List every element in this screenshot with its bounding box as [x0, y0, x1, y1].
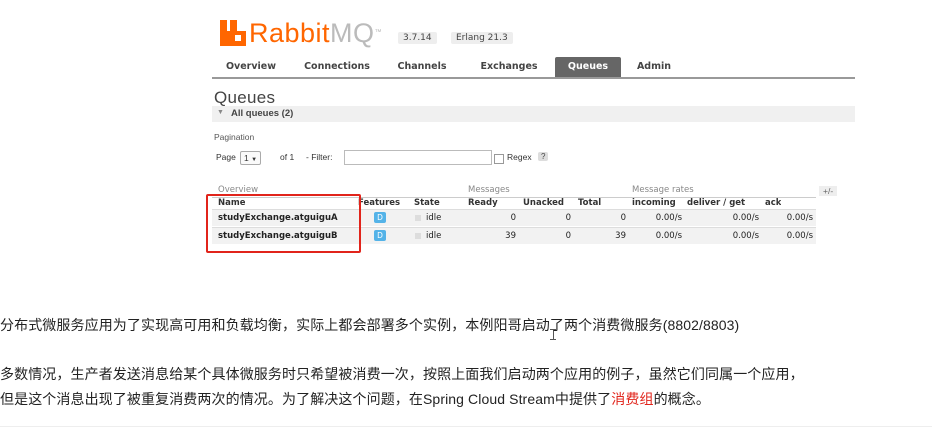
col-total[interactable]: Total: [578, 198, 601, 208]
total-count: 39: [615, 231, 626, 241]
page-of-text: of 1: [280, 152, 295, 162]
state-cell: idle: [415, 210, 441, 226]
all-queues-label: All queues (2): [231, 108, 294, 119]
tab-queues[interactable]: Queues: [555, 57, 621, 77]
state-text: idle: [426, 231, 442, 241]
page-select[interactable]: 1 ▼: [240, 151, 262, 165]
state-text: idle: [426, 213, 442, 223]
ack-rate: 0.00/s: [786, 231, 813, 241]
all-queues-toggle[interactable]: ▼ All queues (2): [212, 106, 855, 122]
unacked-count: 0: [565, 213, 571, 223]
col-features[interactable]: Features: [358, 198, 404, 208]
page-select-value: 1: [244, 153, 249, 163]
col-ready[interactable]: Ready: [468, 198, 498, 208]
durable-badge-label: D: [374, 212, 386, 223]
ready-count: 39: [505, 231, 516, 241]
regex-checkbox[interactable]: [494, 154, 504, 164]
main-nav-tabs: Overview Connections Channels Exchanges …: [212, 57, 855, 79]
article-text: 但是这个消息出现了被重复消费两次的情况。为了解决这个问题，在Spring Clo…: [0, 391, 612, 407]
rabbit-icon: [220, 20, 246, 46]
col-deliver-get[interactable]: deliver / get: [687, 198, 745, 208]
brand-mq: MQ: [330, 18, 375, 48]
col-unacked[interactable]: Unacked: [523, 198, 564, 208]
state-cell: idle: [415, 228, 441, 244]
filter-input[interactable]: [344, 150, 492, 165]
regex-help-icon[interactable]: ?: [538, 152, 549, 161]
tab-admin[interactable]: Admin: [632, 57, 676, 77]
ack-rate: 0.00/s: [786, 213, 813, 223]
brand-main: Rabbit: [249, 18, 331, 48]
brand-tm: ™: [374, 29, 383, 36]
incoming-rate: 0.00/s: [655, 213, 682, 223]
article-paragraph-2-line-2: 但是这个消息出现了被重复消费两次的情况。为了解决这个问题，在Spring Clo…: [0, 389, 710, 409]
tab-channels[interactable]: Channels: [392, 57, 452, 77]
unacked-count: 0: [565, 231, 571, 241]
state-idle-icon: [415, 232, 421, 239]
durable-badge-label: D: [374, 230, 386, 241]
deliver-get-rate: 0.00/s: [732, 231, 759, 241]
consumer-group-highlight: 消费组: [611, 391, 654, 407]
col-ack[interactable]: ack: [765, 198, 781, 208]
collapse-triangle-icon: ▼: [217, 109, 224, 116]
version-badge: 3.7.14: [398, 32, 437, 44]
article-text: 的概念。: [653, 391, 710, 407]
regex-label: Regex: [507, 152, 532, 162]
brand-text: RabbitMQ™: [249, 17, 382, 49]
group-message-rates: Message rates: [632, 185, 694, 195]
page-title: Queues: [214, 88, 276, 107]
durable-badge: D: [374, 210, 386, 226]
page-word: Page: [216, 152, 236, 162]
queue-name-highlight-box: [206, 194, 361, 253]
filter-label: - Filter:: [306, 152, 333, 162]
ready-count: 0: [510, 213, 516, 223]
tab-overview[interactable]: Overview: [220, 57, 282, 77]
chevron-down-icon: ▼: [251, 157, 258, 163]
deliver-get-rate: 0.00/s: [732, 213, 759, 223]
col-incoming[interactable]: incoming: [632, 198, 676, 208]
state-idle-icon: [415, 214, 421, 221]
bottom-divider: [0, 426, 932, 427]
tab-connections[interactable]: Connections: [298, 57, 376, 77]
total-count: 0: [620, 213, 626, 223]
tab-exchanges[interactable]: Exchanges: [474, 57, 544, 77]
col-state[interactable]: State: [414, 198, 440, 208]
group-messages: Messages: [468, 185, 510, 195]
erlang-badge: Erlang 21.3: [451, 32, 513, 44]
pagination-label: Pagination: [214, 132, 255, 142]
rabbitmq-logo[interactable]: RabbitMQ™: [220, 17, 382, 49]
article-paragraph-2-line-1: 多数情况，生产者发送消息给某个具体微服务时只希望被消费一次，按照上面我们启动两个…: [0, 366, 804, 382]
columns-toggle-button[interactable]: +/-: [819, 186, 838, 196]
incoming-rate: 0.00/s: [655, 231, 682, 241]
article-paragraph-1: 分布式微服务应用为了实现高可用和负载均衡，实际上都会部署多个实例，本例阳哥启动了…: [0, 317, 740, 333]
durable-badge: D: [374, 228, 386, 244]
